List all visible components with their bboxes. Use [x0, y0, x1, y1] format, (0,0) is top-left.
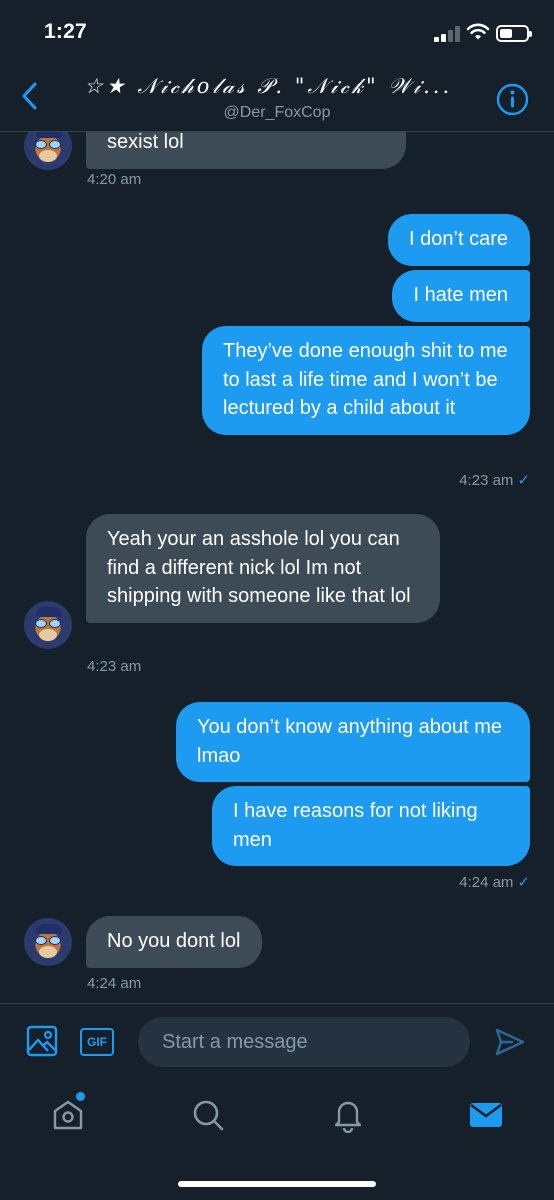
conversation-header: ☆★ 𝒩𝒾𝒸𝒽𝑜𝓁𝒶𝓈 𝒫. "𝒩𝒾𝒸𝓀" 𝒲𝒾... @Der_FoxCop: [0, 62, 554, 132]
avatar[interactable]: [24, 601, 72, 649]
unread-dot: [76, 1092, 85, 1101]
message-input[interactable]: [138, 1017, 470, 1067]
conversation-handle[interactable]: @Der_FoxCop: [0, 104, 554, 122]
message-timestamp: 4:24 am ✓: [459, 873, 530, 891]
avatar[interactable]: [24, 918, 72, 966]
message-timestamp: 4:23 am ✓: [459, 471, 530, 489]
home-indicator[interactable]: [178, 1181, 376, 1187]
read-check-icon: ✓: [517, 874, 530, 891]
message-timestamp: 4:23 am: [87, 658, 142, 675]
outgoing-message[interactable]: They’ve done enough shit to me to last a…: [202, 326, 530, 435]
message-list[interactable]: sexist lol 4:20 am I don’t care I hate m…: [0, 0, 554, 1002]
bell-icon[interactable]: [330, 1097, 366, 1133]
image-icon[interactable]: [26, 1025, 58, 1057]
incoming-message[interactable]: Yeah your an asshole lol you can find a …: [86, 514, 440, 623]
outgoing-message[interactable]: I have reasons for not liking men: [212, 786, 530, 866]
outgoing-message[interactable]: I hate men: [392, 270, 530, 322]
mail-icon[interactable]: [468, 1097, 504, 1133]
message-timestamp: 4:20 am: [87, 171, 142, 188]
timestamp-text: 4:24 am: [459, 874, 514, 891]
timestamp-text: 4:23 am: [459, 472, 514, 489]
message-timestamp: 4:24 am: [87, 975, 142, 992]
send-icon[interactable]: [494, 1026, 526, 1058]
read-check-icon: ✓: [517, 472, 530, 489]
outgoing-message[interactable]: I don’t care: [388, 214, 530, 266]
message-composer: GIF: [0, 1003, 554, 1081]
home-icon[interactable]: [50, 1097, 86, 1133]
search-icon[interactable]: [190, 1097, 226, 1133]
tab-bar: [0, 1081, 554, 1200]
outgoing-message[interactable]: You don’t know anything about me lmao: [176, 702, 530, 782]
conversation-title[interactable]: ☆★ 𝒩𝒾𝒸𝒽𝑜𝓁𝒶𝓈 𝒫. "𝒩𝒾𝒸𝓀" 𝒲𝒾...: [84, 74, 476, 99]
gif-button[interactable]: GIF: [80, 1028, 114, 1056]
info-icon[interactable]: [496, 83, 529, 116]
incoming-message[interactable]: No you dont lol: [86, 916, 263, 968]
